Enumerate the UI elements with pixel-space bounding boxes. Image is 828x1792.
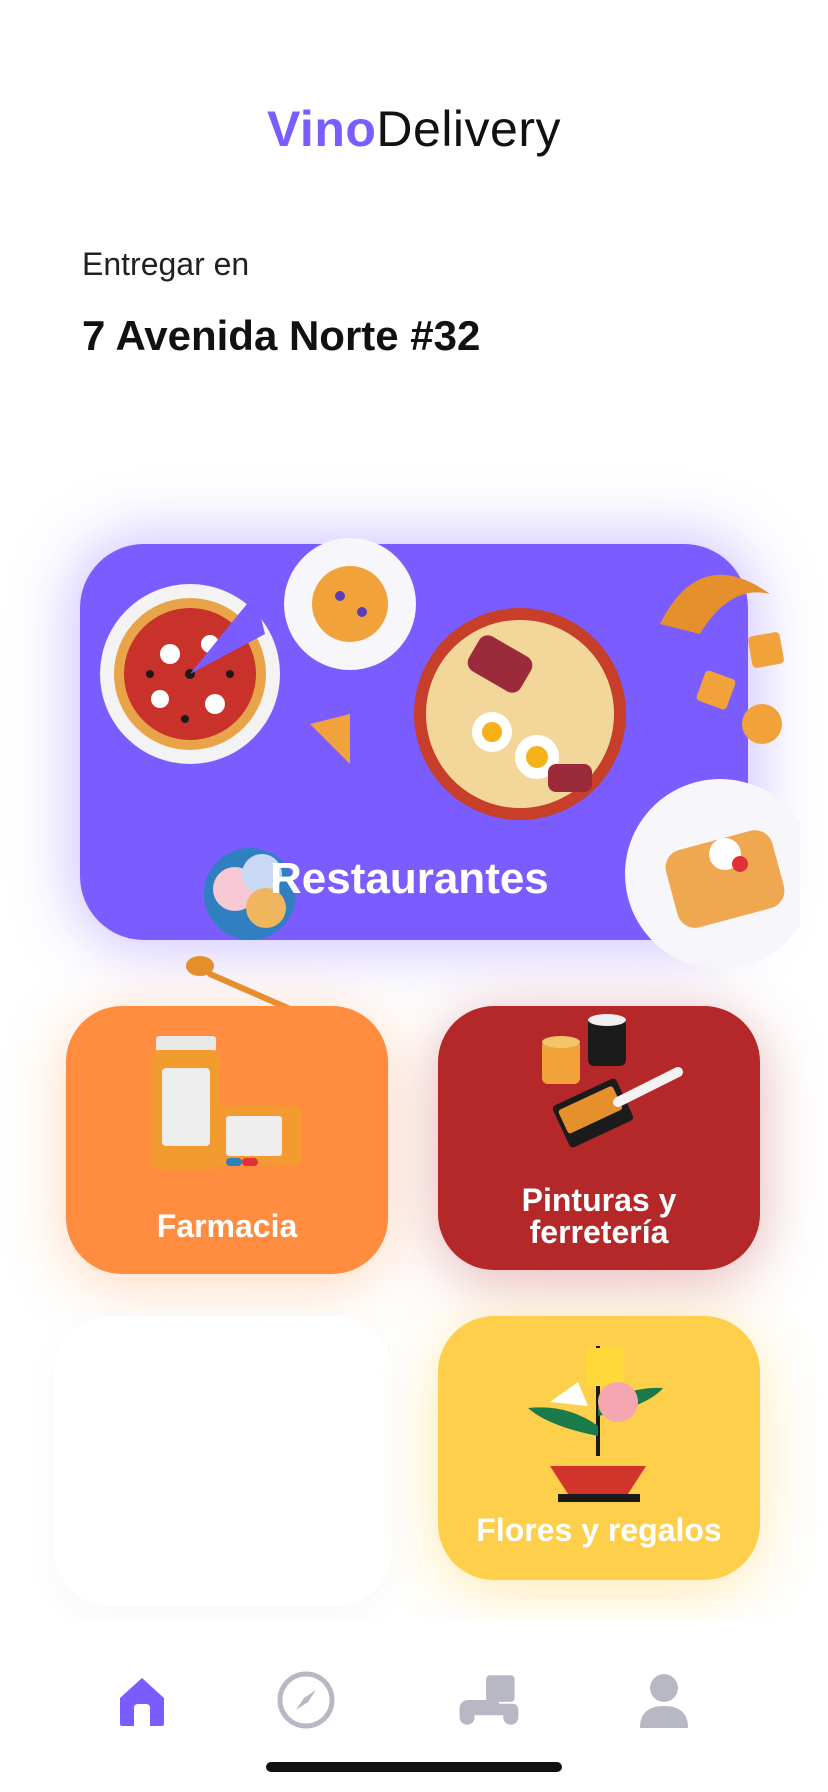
scooter-icon <box>459 1675 519 1725</box>
tab-explore[interactable] <box>266 1660 346 1740</box>
app-logo: VinoDelivery <box>0 100 828 158</box>
tab-home[interactable] <box>102 1660 182 1740</box>
profile-icon <box>640 1674 688 1728</box>
restaurants-illustration <box>100 538 800 1012</box>
pharmacy-card[interactable]: Farmacia <box>66 1006 388 1274</box>
tab-profile[interactable] <box>624 1660 704 1740</box>
compass-icon <box>277 1671 335 1729</box>
home-indicator <box>266 1762 562 1772</box>
deliver-to-label: Entregar en <box>82 246 250 282</box>
flowers-gifts-card[interactable]: Flores y regalos <box>438 1316 760 1580</box>
paint-hardware-card[interactable]: Pinturas y ferretería <box>438 1006 760 1270</box>
pharmacy-label: Farmacia <box>156 1208 298 1244</box>
empty-card <box>54 1316 392 1606</box>
paint-label-line2: ferretería <box>529 1214 669 1250</box>
restaurants-label: Restaurantes <box>270 854 549 903</box>
delivery-address[interactable]: 7 Avenida Norte #32 <box>82 312 480 360</box>
home-icon <box>120 1678 164 1726</box>
paint-label-line1: Pinturas y <box>521 1182 677 1218</box>
restaurants-card[interactable]: Restaurantes <box>80 538 800 1012</box>
brand-vino: Vino <box>266 101 377 157</box>
tab-orders[interactable] <box>448 1660 528 1740</box>
brand-delivery: Delivery <box>376 101 561 157</box>
flowers-label: Flores y regalos <box>476 1512 722 1548</box>
